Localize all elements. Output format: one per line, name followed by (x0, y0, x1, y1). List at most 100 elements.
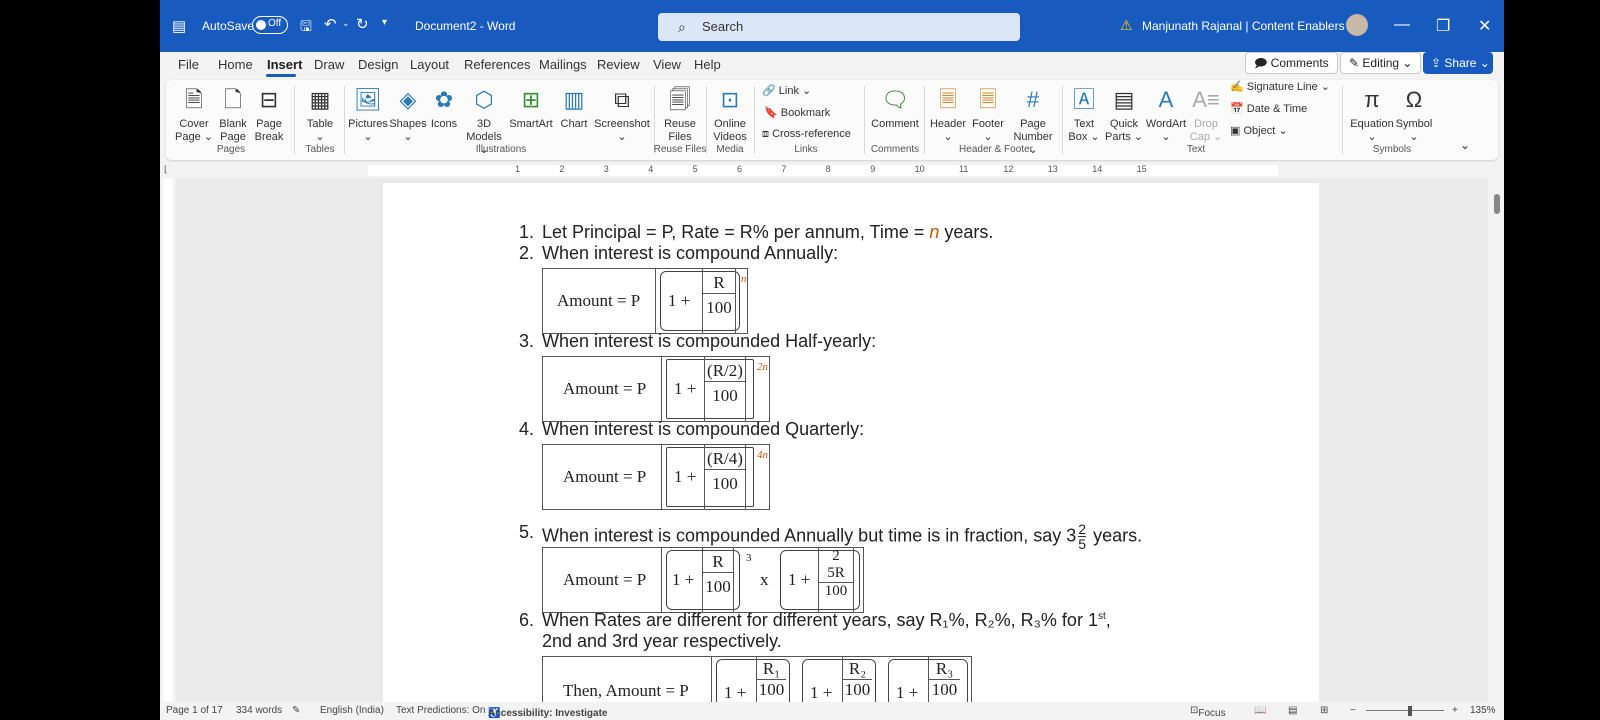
search-box[interactable]: ⌕ Search (658, 13, 1020, 41)
tab-draw[interactable]: Draw (314, 57, 344, 72)
footer-button[interactable]: 🗏 Footer ⌄ (968, 86, 1008, 144)
word-window: ▤ AutoSave Off 🖫 ↶ ⌄ ↻ ▾ Document2 - Wor… (160, 0, 1504, 720)
chart-button[interactable]: ▥ Chart (556, 86, 592, 131)
table-icon: ▦ (309, 87, 331, 112)
cover-page-button[interactable]: 🗎 Cover Page ⌄ (172, 86, 216, 144)
search-icon: ⌕ (678, 19, 686, 35)
tab-home[interactable]: Home (218, 57, 253, 72)
link-button[interactable]: 🔗 Link ⌄ (762, 84, 811, 97)
comments-button[interactable]: 🗩 Comments (1245, 52, 1338, 74)
avatar[interactable] (1346, 14, 1368, 36)
ruler-tick-label: 7 (781, 164, 787, 174)
page-break-button[interactable]: ⊟ Page Break (250, 86, 288, 144)
restore-icon[interactable]: ❐ (1436, 16, 1450, 36)
text-box-button[interactable]: 🄰 Text Box ⌄ (1064, 86, 1104, 144)
formula-different-rates[interactable]: Then, Amount = P 1 + R₁ 100 1 + R₂ 100 1 +… (542, 656, 972, 702)
ruler-tick-label: 11 (959, 164, 969, 174)
warning-icon[interactable]: ⚠ (1120, 17, 1133, 34)
zoom-in-icon[interactable]: + (1452, 705, 1458, 716)
drop-cap-button[interactable]: A≡ Drop Cap ⌄ (1188, 86, 1224, 144)
editing-button[interactable]: ✎ Editing ⌄ (1340, 52, 1422, 74)
table-button[interactable]: ▦ Table ⌄ (298, 86, 342, 144)
formula-half-yearly[interactable]: Amount = P 1 + (R/2) 100 2n (542, 356, 770, 422)
signature-line-button[interactable]: ✍ Signature Line ⌄ (1230, 80, 1330, 93)
list-number: 3. (518, 331, 534, 351)
formula-annual[interactable]: Amount = P 1 + R 100 n (542, 268, 748, 334)
ruler-tick-label: 1 (515, 164, 521, 174)
print-layout-icon[interactable]: ▤ (1288, 705, 1297, 716)
document-page[interactable]: 1. Let Principal = P, Rate = R% per annu… (383, 183, 1319, 702)
list-item-6: When Rates are different for different y… (542, 610, 1111, 630)
zoom-slider[interactable] (1366, 710, 1444, 711)
pi-icon: π (1364, 87, 1380, 112)
horizontal-ruler[interactable]: ⌊ 1 2 3 4 5 6 7 8 9 10 11 12 13 14 15 (160, 162, 1504, 178)
tab-help[interactable]: Help (694, 57, 721, 72)
wordart-button[interactable]: A WordArt ⌄ (1144, 86, 1188, 144)
ruler-tick-label: 15 (1136, 164, 1147, 174)
word-count[interactable]: 334 words (236, 705, 282, 716)
text-predictions[interactable]: Text Predictions: On (396, 705, 485, 716)
tab-mailings[interactable]: Mailings (539, 57, 587, 72)
zoom-out-icon[interactable]: − (1350, 705, 1356, 716)
object-button[interactable]: ▣ Object ⌄ (1230, 124, 1288, 137)
cross-reference-button[interactable]: ⧈ Cross-reference (762, 128, 851, 141)
page-count[interactable]: Page 1 of 17 (166, 705, 223, 716)
save-icon[interactable]: 🖫 (300, 16, 312, 40)
cross-reference-icon: ⧈ (762, 128, 769, 140)
tab-design[interactable]: Design (358, 57, 398, 72)
redo-icon[interactable]: ↻ (356, 15, 369, 33)
tab-selector-icon[interactable]: ⌊ (164, 164, 168, 175)
icons-button[interactable]: ✿ Icons (426, 86, 462, 131)
bookmark-button[interactable]: 🔖 Bookmark (764, 106, 830, 119)
proofing-icon[interactable]: ✎ (292, 705, 300, 716)
web-layout-icon[interactable]: ⊞ (1320, 705, 1328, 716)
symbol-button[interactable]: Ω Symbol ⌄ (1392, 86, 1436, 144)
blank-page-button[interactable]: 🗋 Blank Page (214, 86, 252, 144)
close-icon[interactable]: ✕ (1478, 16, 1491, 36)
minimize-icon[interactable]: — (1394, 16, 1410, 34)
language[interactable]: English (India) (320, 705, 384, 716)
tab-insert[interactable]: Insert (267, 57, 302, 72)
customize-qat-icon[interactable]: ▾ (382, 17, 387, 28)
reuse-files-button[interactable]: 🗐 Reuse Files (658, 86, 702, 144)
online-videos-button[interactable]: ⊡ Online Videos (708, 86, 752, 144)
undo-icon[interactable]: ↶ (324, 15, 337, 33)
group-tables: Tables (305, 144, 335, 155)
tab-file[interactable]: File (178, 57, 199, 72)
equation-button[interactable]: π Equation ⌄ (1346, 86, 1398, 144)
pictures-button[interactable]: 🖼 Pictures ⌄ (346, 86, 390, 144)
list-number: 2. (518, 243, 534, 263)
screenshot-button[interactable]: ⧉ Screenshot ⌄ (592, 86, 652, 144)
header-button[interactable]: 🗏 Header ⌄ (928, 86, 968, 144)
zoom-level[interactable]: 135% (1470, 705, 1496, 716)
icons-icon: ✿ (434, 87, 454, 112)
group-header-footer: Header & Footer (959, 144, 1033, 155)
quick-parts-button[interactable]: ▤ Quick Parts ⌄ (1104, 86, 1144, 144)
group-illustrations: Illustrations (475, 144, 527, 155)
date-time-button[interactable]: 📅 Date & Time (1230, 102, 1307, 115)
comment-button[interactable]: 🗨 Comment (868, 86, 922, 131)
document-title: Document2 - Word (415, 19, 516, 33)
zoom-thumb[interactable] (1408, 706, 1412, 716)
user-name[interactable]: Manjunath Rajanal | Content Enablers (1142, 19, 1345, 33)
focus-mode[interactable]: ⊡ Focus (1190, 705, 1226, 719)
chart-icon: ▥ (563, 87, 585, 112)
tab-review[interactable]: Review (597, 57, 640, 72)
tab-references[interactable]: References (464, 57, 530, 72)
vertical-ruler[interactable] (160, 178, 176, 702)
formula-fraction-time[interactable]: Amount = P 1 + R 100 3 x 1 + 2 5R 100 (542, 547, 864, 613)
collapse-ribbon-icon[interactable]: ⌄ (1460, 138, 1470, 152)
smartart-button[interactable]: ⊞ SmartArt (506, 86, 556, 131)
status-bar: Page 1 of 17 334 words ✎ English (India)… (160, 702, 1504, 720)
undo-dropdown-icon[interactable]: ⌄ (342, 18, 350, 29)
formula-quarterly[interactable]: Amount = P 1 + (R/4) 100 4n (542, 444, 770, 510)
word-app-icon[interactable]: ▤ (172, 17, 186, 35)
shapes-button[interactable]: ◈ Shapes ⌄ (388, 86, 428, 144)
vertical-scrollbar[interactable] (1494, 194, 1500, 214)
autosave-toggle[interactable]: Off (252, 16, 288, 34)
document-area[interactable]: 1. Let Principal = P, Rate = R% per annu… (176, 178, 1488, 702)
tab-layout[interactable]: Layout (410, 57, 449, 72)
read-mode-icon[interactable]: 📖 (1254, 705, 1266, 716)
tab-view[interactable]: View (653, 57, 681, 72)
share-button[interactable]: ⇪ Share ⌄ (1423, 52, 1493, 74)
